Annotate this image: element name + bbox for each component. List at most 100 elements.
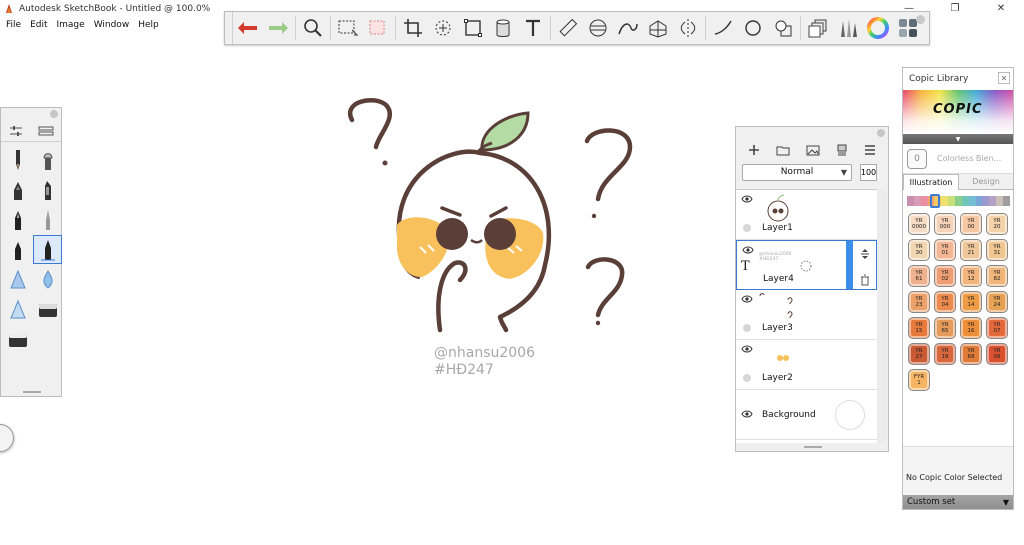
blend-mode-select[interactable]: Normal ▼ <box>742 163 852 181</box>
copic-swatch[interactable]: YR 20 <box>986 213 1008 235</box>
menu-edit[interactable]: Edit <box>30 20 47 30</box>
layer-lock-toggle[interactable] <box>743 374 751 382</box>
undo-icon[interactable] <box>233 13 263 43</box>
layer-row-layer2[interactable]: Layer2 <box>736 340 877 390</box>
layer-editor-close-button[interactable] <box>877 129 885 137</box>
color-family-chip[interactable] <box>975 196 983 206</box>
toolbar-grip[interactable] <box>225 12 233 44</box>
colorless-blender-row[interactable]: 0 Colorless Blen... <box>903 144 1013 174</box>
redo-icon[interactable] <box>263 13 293 43</box>
color-family-chip[interactable] <box>955 196 962 206</box>
copic-swatch[interactable]: YR 68 <box>960 343 982 365</box>
layer-lock-toggle[interactable] <box>743 324 751 332</box>
copic-collapse-bar[interactable]: ▼ <box>903 134 1013 144</box>
color-family-strip[interactable] <box>907 196 1010 206</box>
layer-group-icon[interactable] <box>776 145 790 156</box>
pencil-brush[interactable] <box>3 145 32 174</box>
copic-swatch[interactable]: YR 82 <box>986 265 1008 287</box>
airbrush-brush[interactable] <box>33 145 62 174</box>
copic-swatch[interactable]: YR 09 <box>986 343 1008 365</box>
layer-row-background[interactable]: Background <box>736 390 877 440</box>
triangle-brush[interactable] <box>3 265 32 294</box>
copic-swatch[interactable]: YR 07 <box>986 317 1008 339</box>
color-family-chip[interactable] <box>920 196 928 206</box>
ellipse-guide-icon[interactable] <box>583 13 613 43</box>
background-color-swatch[interactable] <box>835 400 865 430</box>
perspective-icon[interactable] <box>643 13 673 43</box>
copic-swatch[interactable]: YR 21 <box>960 239 982 261</box>
rect-select-icon[interactable] <box>333 13 363 43</box>
copic-swatch[interactable]: YR 00 <box>960 213 982 235</box>
eraser-brush[interactable] <box>33 295 62 324</box>
eye-icon[interactable] <box>741 195 753 203</box>
symmetry-icon[interactable] <box>673 13 703 43</box>
copic-swatch[interactable]: YR 27 <box>908 343 930 365</box>
text-icon[interactable] <box>518 13 548 43</box>
copic-set-select[interactable]: Custom set ▼ <box>903 495 1013 509</box>
lasso-icon[interactable] <box>363 13 393 43</box>
copic-swatch[interactable]: YR 02 <box>934 265 956 287</box>
copic-swatch[interactable]: YR 16 <box>960 317 982 339</box>
color-family-selector[interactable] <box>930 194 940 208</box>
color-wheel-icon[interactable] <box>863 13 893 43</box>
layers-icon[interactable] <box>803 13 833 43</box>
toolbar-close-button[interactable] <box>916 15 925 24</box>
water-drop-brush[interactable] <box>33 265 62 294</box>
copic-swatch[interactable]: YR 31 <box>986 239 1008 261</box>
add-image-icon[interactable] <box>806 145 820 156</box>
copic-swatch[interactable]: YR 24 <box>986 291 1008 313</box>
copic-swatch[interactable]: YR 23 <box>908 291 930 313</box>
copic-swatch[interactable]: YR 30 <box>908 239 930 261</box>
color-family-chip[interactable] <box>907 196 914 206</box>
color-family-chip[interactable] <box>982 196 990 206</box>
copic-swatch[interactable]: YR 04 <box>934 291 956 313</box>
color-family-chip[interactable] <box>913 196 921 206</box>
merge-layer-icon[interactable] <box>836 144 848 156</box>
layer-lock-toggle[interactable] <box>743 224 751 232</box>
copic-swatch[interactable]: YR 01 <box>934 239 956 261</box>
copic-swatch[interactable]: YR 65 <box>934 317 956 339</box>
color-family-chip[interactable] <box>989 196 997 206</box>
blender-swatch[interactable]: 0 <box>907 148 927 169</box>
layer-list-scrollbar[interactable] <box>877 189 887 443</box>
color-family-chip[interactable] <box>961 196 969 206</box>
menu-window[interactable]: Window <box>94 20 130 30</box>
copic-swatch[interactable]: YR 14 <box>960 291 982 313</box>
circle-icon[interactable] <box>738 13 768 43</box>
color-family-chip[interactable] <box>948 196 956 206</box>
shape-icon[interactable] <box>768 13 798 43</box>
add-layer-icon[interactable] <box>748 144 760 156</box>
ruler-icon[interactable] <box>553 13 583 43</box>
eye-icon[interactable] <box>741 345 753 353</box>
tab-illustration[interactable]: Illustration <box>903 174 959 190</box>
layer-row-layer3[interactable]: Layer3 <box>736 290 877 340</box>
color-family-chip[interactable] <box>968 196 976 206</box>
tab-design[interactable]: Design <box>959 174 1013 190</box>
copic-swatch[interactable]: YR 15 <box>908 317 930 339</box>
brushes-icon[interactable] <box>833 13 863 43</box>
brush-settings-icon[interactable] <box>9 125 23 137</box>
hard-eraser-brush[interactable] <box>3 325 32 354</box>
brush-library-icon[interactable] <box>38 125 54 137</box>
close-button[interactable]: ✕ <box>978 0 1024 17</box>
layer-row-layer4[interactable]: T @nhansu2006 #HĐ247 Layer4 <box>736 240 877 290</box>
smudge-brush[interactable] <box>3 295 32 324</box>
eye-icon[interactable] <box>742 246 754 254</box>
layer-row-layer1[interactable]: Layer1 <box>736 190 877 240</box>
copic-close-button[interactable]: ✕ <box>998 72 1010 84</box>
color-family-chip[interactable] <box>941 196 949 206</box>
french-curve-icon[interactable] <box>613 13 643 43</box>
stroke-line-icon[interactable] <box>708 13 738 43</box>
transform-icon[interactable] <box>428 13 458 43</box>
copic-swatch[interactable]: YR 18 <box>934 343 956 365</box>
menu-help[interactable]: Help <box>138 20 159 30</box>
menu-file[interactable]: File <box>6 20 21 30</box>
marker-brush[interactable] <box>3 175 32 204</box>
ballpoint-pen-brush[interactable] <box>3 235 32 264</box>
color-family-chip[interactable] <box>996 196 1004 206</box>
copic-swatch[interactable]: YR 61 <box>908 265 930 287</box>
eye-icon[interactable] <box>741 410 753 418</box>
copic-swatch[interactable]: FYR 1 <box>908 369 930 391</box>
brush-palette-resize-grip[interactable] <box>23 391 41 393</box>
fill-icon[interactable] <box>488 13 518 43</box>
